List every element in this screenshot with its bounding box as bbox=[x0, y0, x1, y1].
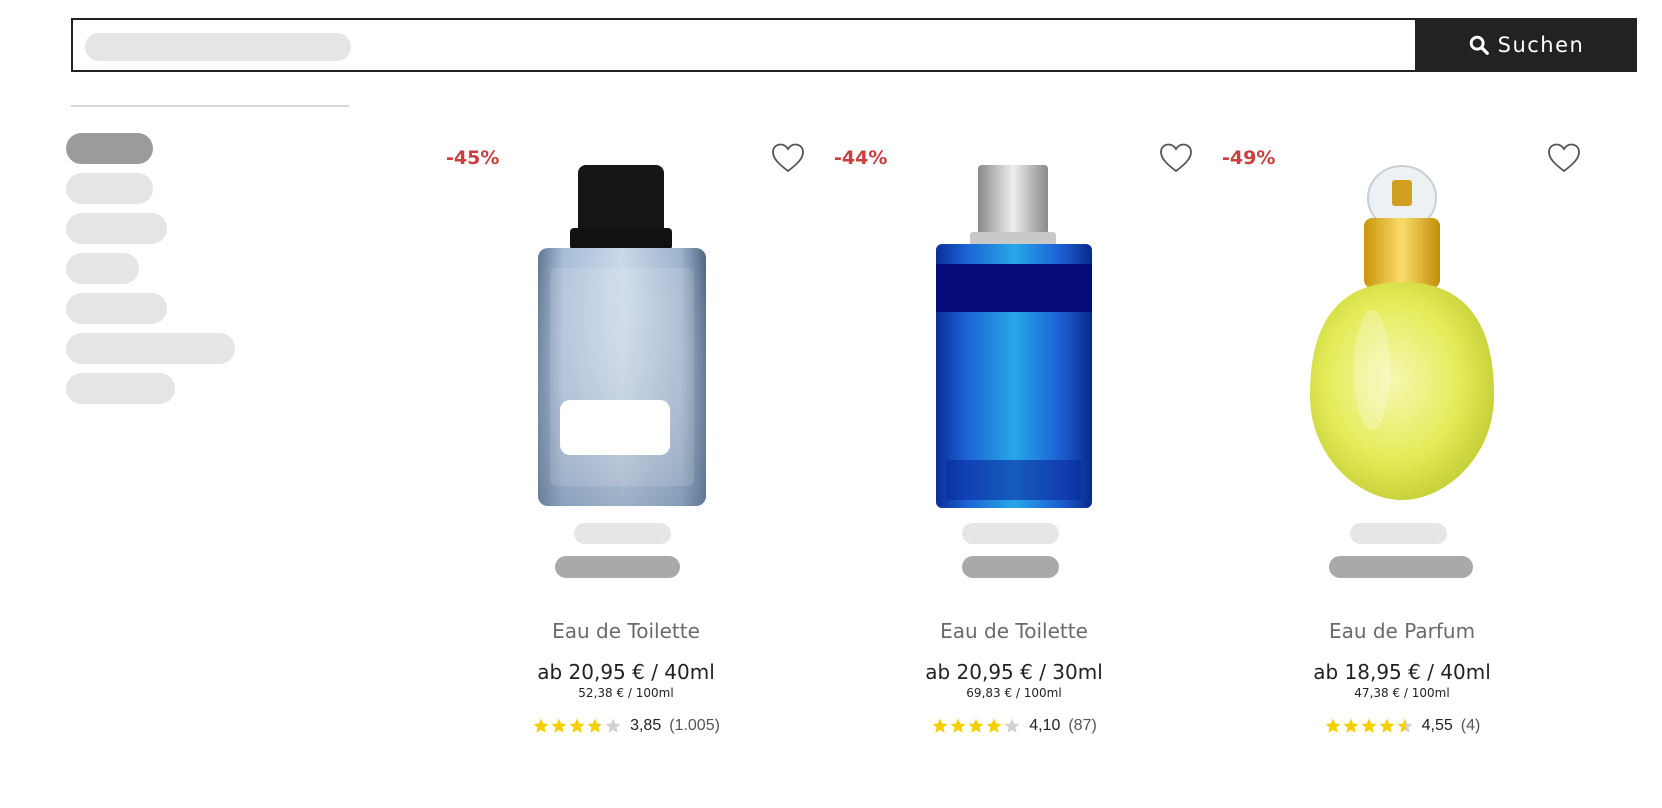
sidebar-item[interactable] bbox=[66, 333, 235, 364]
sidebar-divider bbox=[71, 105, 349, 107]
search-button-label: Suchen bbox=[1497, 33, 1585, 57]
search-button[interactable]: Suchen bbox=[1415, 20, 1637, 70]
product-card[interactable]: -45% Eau de Toilette ab 20,95 € / 40ml 5 bbox=[432, 130, 820, 750]
sidebar-item[interactable] bbox=[66, 173, 153, 204]
rating-stars bbox=[532, 717, 622, 735]
product-type: Eau de Parfum bbox=[1328, 619, 1476, 643]
sidebar-item[interactable] bbox=[66, 293, 167, 324]
brand-placeholder bbox=[574, 523, 671, 544]
star-icon bbox=[950, 718, 966, 733]
star-icon bbox=[986, 718, 1002, 733]
unit-price: 47,38 € / 100ml bbox=[1354, 686, 1450, 700]
rating-value: 4,55 bbox=[1421, 717, 1453, 734]
star-icon bbox=[1004, 718, 1020, 733]
unit-price: 52,38 € / 100ml bbox=[578, 686, 674, 700]
brand-placeholder bbox=[1350, 523, 1447, 544]
star-icon bbox=[1361, 718, 1377, 733]
brand-placeholder bbox=[962, 523, 1059, 544]
review-count: (1.005) bbox=[669, 717, 720, 734]
heart-icon[interactable] bbox=[1158, 140, 1194, 176]
rating: 4,55 (4) bbox=[1208, 717, 1596, 735]
sidebar-item[interactable] bbox=[66, 373, 175, 404]
unit-price: 69,83 € / 100ml bbox=[966, 686, 1062, 700]
product-card[interactable]: -44% Eau de Toilette ab 20,95 € / 30ml 6… bbox=[820, 130, 1208, 750]
star-icon bbox=[587, 718, 603, 733]
heart-icon[interactable] bbox=[1546, 140, 1582, 176]
star-icon bbox=[551, 718, 567, 733]
star-icon bbox=[1397, 718, 1413, 733]
rating: 3,85 (1.005) bbox=[432, 717, 820, 735]
product-image[interactable] bbox=[878, 160, 1150, 530]
product-name-placeholder[interactable] bbox=[1329, 556, 1473, 578]
search-input[interactable] bbox=[73, 20, 1415, 70]
star-icon bbox=[605, 718, 621, 733]
rating: 4,10 (87) bbox=[820, 717, 1208, 735]
star-icon bbox=[968, 718, 984, 733]
product-image[interactable] bbox=[490, 160, 762, 530]
review-count: (87) bbox=[1068, 717, 1097, 734]
product-type: Eau de Toilette bbox=[552, 619, 700, 643]
star-icon bbox=[569, 718, 585, 733]
search-placeholder bbox=[85, 33, 351, 61]
search-bar: Suchen bbox=[71, 18, 1637, 72]
rating-stars bbox=[931, 717, 1021, 735]
product-image[interactable] bbox=[1266, 160, 1538, 530]
sidebar-item-active[interactable] bbox=[66, 133, 153, 164]
search-icon bbox=[1469, 35, 1489, 55]
price: ab 18,95 € / 40ml bbox=[1313, 660, 1491, 684]
review-count: (4) bbox=[1460, 717, 1481, 734]
sidebar-item[interactable] bbox=[66, 213, 167, 244]
star-icon bbox=[1343, 718, 1359, 733]
price: ab 20,95 € / 40ml bbox=[537, 660, 715, 684]
star-icon bbox=[932, 718, 948, 733]
product-name-placeholder[interactable] bbox=[555, 556, 680, 578]
product-name-placeholder[interactable] bbox=[962, 556, 1059, 578]
rating-stars bbox=[1324, 717, 1414, 735]
product-type: Eau de Toilette bbox=[940, 619, 1088, 643]
sidebar-item[interactable] bbox=[66, 253, 139, 284]
price: ab 20,95 € / 30ml bbox=[925, 660, 1103, 684]
product-card[interactable]: -49% Eau de Parfum ab 18,95 € / 40ml 47,… bbox=[1208, 130, 1596, 750]
heart-icon[interactable] bbox=[770, 140, 806, 176]
star-icon bbox=[1325, 718, 1341, 733]
star-icon bbox=[1379, 718, 1395, 733]
rating-value: 3,85 bbox=[630, 717, 662, 734]
rating-value: 4,10 bbox=[1029, 717, 1061, 734]
star-icon bbox=[533, 718, 549, 733]
